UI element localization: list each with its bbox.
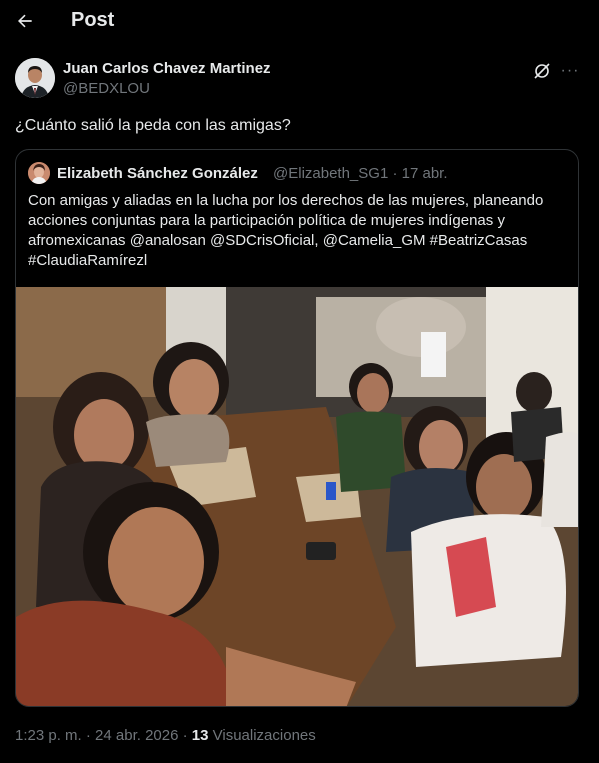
post-text: ¿Cuánto salió la peda con las amigas? (15, 117, 291, 134)
quoted-text: Con amigas y aliadas en la lucha por los… (28, 192, 544, 269)
back-button[interactable] (10, 6, 40, 36)
quoted-meta: @Elizabeth_SG1 · 17 abr. (273, 165, 448, 182)
avatar[interactable] (15, 58, 55, 98)
quoted-avatar[interactable] (28, 162, 50, 184)
author-name[interactable]: Juan Carlos Chavez Martinez (63, 60, 271, 77)
arrow-left-icon (18, 14, 32, 28)
post-author: Juan Carlos Chavez Martinez @BEDXLOU ··· (15, 58, 585, 100)
quoted-post[interactable]: Elizabeth Sánchez González @Elizabeth_SG… (15, 149, 579, 707)
post-timestamp[interactable]: 1:23 p. m. · 24 abr. 2026 · (15, 727, 192, 744)
page-title: Post (71, 9, 115, 31)
quoted-photo[interactable] (16, 287, 579, 707)
top-bar: Post (0, 0, 599, 42)
author-handle[interactable]: @BEDXLOU (63, 80, 150, 97)
views-count: 13 (191, 727, 209, 744)
quoted-author-name: Elizabeth Sánchez González (57, 165, 258, 182)
views-label: Visualizaciones (208, 727, 316, 744)
post-footer: 1:23 p. m. · 24 abr. 2026 · 13 Visualiza… (15, 727, 316, 744)
quoted-header: Elizabeth Sánchez González @Elizabeth_SG… (28, 162, 568, 184)
grok-icon (534, 63, 550, 79)
more-options-button[interactable]: ··· (559, 60, 581, 82)
grok-button[interactable] (531, 60, 553, 82)
